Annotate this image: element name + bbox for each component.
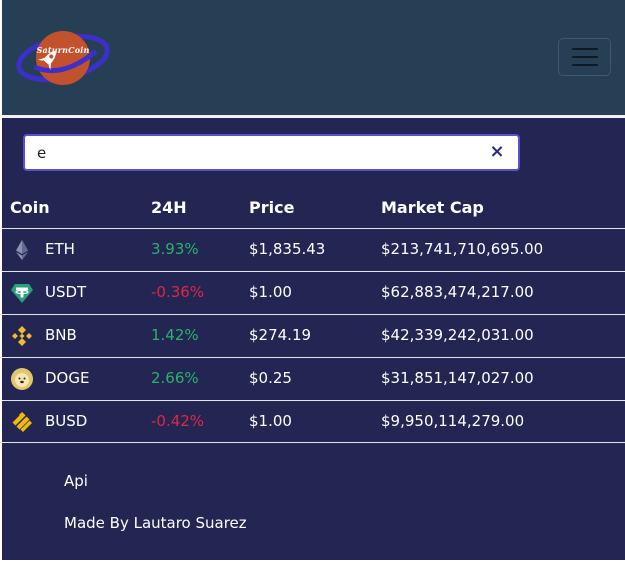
table-row[interactable]: ETH 3.93% $1,835.43 $213,741,710,695.00: [2, 228, 625, 270]
navbar-divider: [2, 115, 625, 118]
header-24h: 24H: [151, 198, 187, 217]
table-row[interactable]: DOGE 2.66% $0.25 $31,851,147,027.00: [2, 357, 625, 399]
brand-name: SaturnCoin: [36, 45, 90, 55]
header-price: Price: [249, 198, 295, 217]
bnb-icon: [12, 326, 32, 346]
change-24h: -0.42%: [151, 412, 205, 430]
dogecoin-icon: [11, 368, 33, 390]
coin-price: $274.19: [249, 326, 312, 344]
navbar-toggle-button[interactable]: [558, 38, 611, 76]
ethereum-icon: [16, 240, 28, 260]
clear-search-icon[interactable]: ×: [488, 143, 506, 161]
navbar: SaturnCoin: [2, 0, 625, 115]
coin-symbol: DOGE: [45, 369, 90, 387]
market-cap: $31,851,147,027.00: [381, 369, 534, 387]
market-cap: $213,741,710,695.00: [381, 240, 544, 258]
table-row[interactable]: BNB 1.42% $274.19 $42,339,242,031.00: [2, 314, 625, 356]
coin-price: $1.00: [249, 283, 292, 301]
search-input[interactable]: [37, 136, 487, 169]
hamburger-icon-line: [571, 56, 598, 58]
change-24h: -0.36%: [151, 283, 205, 301]
hamburger-icon-line: [571, 64, 598, 66]
busd-icon: [12, 412, 32, 432]
market-cap: $9,950,114,279.00: [381, 412, 525, 430]
change-24h: 3.93%: [151, 240, 199, 258]
footer-api-link[interactable]: Api: [64, 472, 88, 490]
change-24h: 2.66%: [151, 369, 199, 387]
table-row[interactable]: BUSD -0.42% $1.00 $9,950,114,279.00: [2, 400, 625, 443]
header-market-cap: Market Cap: [381, 198, 484, 217]
coin-symbol: BUSD: [45, 412, 88, 430]
coin-price: $0.25: [249, 369, 292, 387]
coin-symbol: BNB: [45, 326, 77, 344]
app-root: SaturnCoin × Coin 24H Price Market Cap E…: [2, 0, 625, 560]
coin-symbol: USDT: [45, 283, 87, 301]
footer-credit: Made By Lautaro Suarez: [64, 514, 247, 532]
coin-price: $1.00: [249, 412, 292, 430]
table-header: Coin 24H Price Market Cap: [2, 188, 625, 228]
saturn-rocket-icon: [16, 31, 110, 85]
coin-symbol: ETH: [45, 240, 75, 258]
change-24h: 1.42%: [151, 326, 199, 344]
hamburger-icon-line: [571, 48, 598, 50]
header-coin: Coin: [10, 198, 50, 217]
brand-logo[interactable]: SaturnCoin: [16, 27, 110, 89]
search-box: ×: [23, 134, 520, 171]
table-row[interactable]: USDT -0.36% $1.00 $62,883,474,217.00: [2, 271, 625, 313]
coin-price: $1,835.43: [249, 240, 326, 258]
tether-icon: [11, 284, 33, 303]
market-cap: $62,883,474,217.00: [381, 283, 534, 301]
market-cap: $42,339,242,031.00: [381, 326, 534, 344]
